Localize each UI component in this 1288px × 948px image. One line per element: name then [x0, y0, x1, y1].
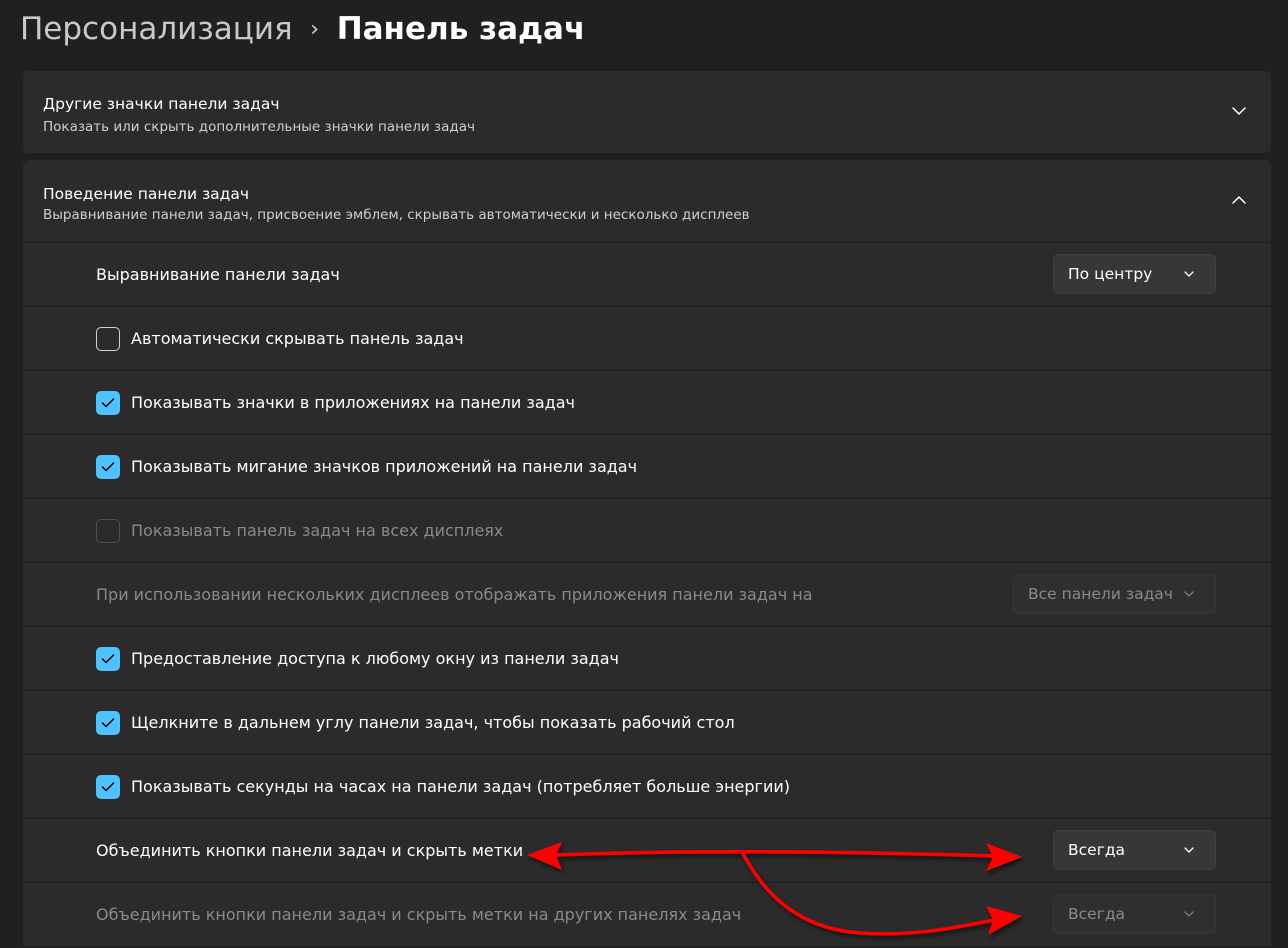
setting-row-all-displays: Показывать панель задач на всех дисплеях [23, 498, 1271, 562]
setting-label[interactable]: Предоставление доступа к любому окну из … [131, 627, 619, 690]
setting-label: Объединить кнопки панели задач и скрыть … [96, 905, 742, 924]
setting-row-combine: Объединить кнопки панели задач и скрыть … [23, 818, 1271, 882]
dropdown-value: Все панели задач [1028, 585, 1173, 603]
taskbar-behavior-settings: Выравнивание панели задач По центру Авто… [23, 243, 1271, 946]
setting-label: Показывать панель задач на всех дисплеях [131, 521, 504, 540]
setting-row-flashing: Показывать мигание значков приложений на… [23, 434, 1271, 498]
chevron-down-icon [1184, 847, 1194, 853]
dropdown-value: По центру [1068, 265, 1153, 283]
combine-dropdown[interactable]: Всегда [1053, 830, 1216, 870]
setting-label[interactable]: Показывать секунды на часах на панели за… [131, 755, 790, 818]
chevron-up-icon[interactable] [1229, 190, 1249, 210]
chevron-down-icon[interactable] [1229, 101, 1249, 121]
setting-row-seconds: Показывать секунды на часах на панели за… [23, 754, 1271, 818]
dropdown-value: Всегда [1068, 905, 1126, 923]
section-subtitle: Показать или скрыть дополнительные значк… [43, 119, 475, 135]
setting-label[interactable]: Показывать мигание значков приложений на… [131, 435, 637, 498]
other-taskbar-icons-section[interactable]: Другие значки панели задач Показать или … [23, 71, 1271, 153]
section-title: Другие значки панели задач [43, 95, 280, 113]
flashing-checkbox[interactable] [96, 455, 120, 479]
breadcrumb: Персонализация › Панель задач [20, 8, 585, 50]
section-title: Поведение панели задач [43, 185, 250, 203]
combine-other-dropdown: Всегда [1053, 894, 1216, 934]
section-subtitle: Выравнивание панели задач, присвоение эм… [43, 207, 750, 223]
checkmark-icon [101, 654, 115, 664]
setting-row-combine-other: Объединить кнопки панели задач и скрыть … [23, 882, 1271, 946]
checkmark-icon [101, 718, 115, 728]
breadcrumb-parent[interactable]: Персонализация [20, 11, 293, 47]
setting-label[interactable]: Щелкните в дальнем углу панели задач, чт… [131, 691, 735, 754]
setting-label[interactable]: Показывать значки в приложениях на панел… [131, 371, 575, 434]
setting-row-badges: Показывать значки в приложениях на панел… [23, 370, 1271, 434]
setting-row-auto-hide: Автоматически скрывать панель задач [23, 306, 1271, 370]
setting-label: При использовании нескольких дисплеев от… [96, 585, 813, 604]
chevron-down-icon [1184, 911, 1194, 917]
all-displays-checkbox [96, 519, 120, 543]
checkmark-icon [101, 462, 115, 472]
share-window-checkbox[interactable] [96, 647, 120, 671]
setting-row-multi-display-apps: При использовании нескольких дисплеев от… [23, 562, 1271, 626]
chevron-down-icon [1184, 591, 1194, 597]
chevron-down-icon [1184, 271, 1194, 277]
setting-row-alignment: Выравнивание панели задач По центру [23, 243, 1271, 306]
multi-display-apps-dropdown: Все панели задач [1013, 574, 1216, 614]
setting-row-far-corner: Щелкните в дальнем углу панели задач, чт… [23, 690, 1271, 754]
far-corner-checkbox[interactable] [96, 711, 120, 735]
dropdown-value: Всегда [1068, 841, 1126, 859]
setting-label: Выравнивание панели задач [96, 265, 340, 284]
breadcrumb-separator-icon: › [310, 16, 320, 42]
alignment-dropdown[interactable]: По центру [1053, 254, 1216, 294]
setting-label[interactable]: Автоматически скрывать панель задач [131, 307, 464, 370]
seconds-checkbox[interactable] [96, 775, 120, 799]
badges-checkbox[interactable] [96, 391, 120, 415]
checkmark-icon [101, 398, 115, 408]
page-title: Панель задач [336, 11, 586, 47]
auto-hide-checkbox[interactable] [96, 327, 120, 351]
setting-row-share-window: Предоставление доступа к любому окну из … [23, 626, 1271, 690]
checkmark-icon [101, 782, 115, 792]
taskbar-behavior-section[interactable]: Поведение панели задач Выравнивание пане… [23, 160, 1271, 242]
setting-label: Объединить кнопки панели задач и скрыть … [96, 841, 524, 860]
